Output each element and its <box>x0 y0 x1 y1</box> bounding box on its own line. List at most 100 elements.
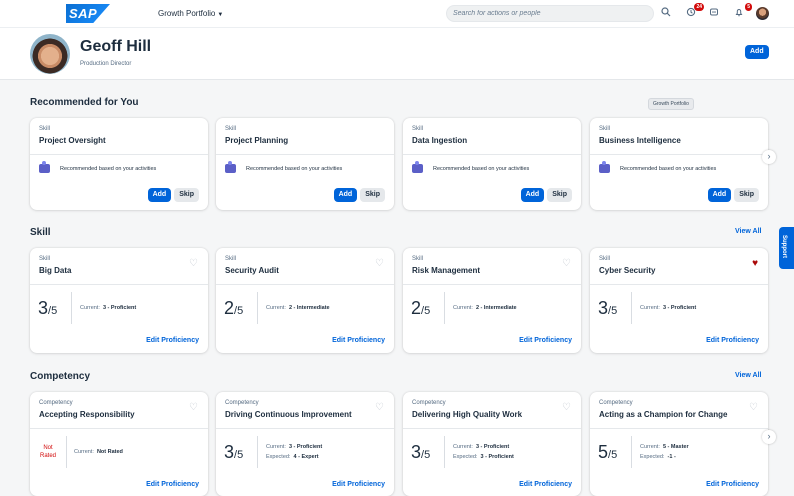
recommendation-card[interactable]: Skill Project Planning Recommended based… <box>216 118 394 210</box>
notifications-icon[interactable]: 24 <box>684 3 704 21</box>
competency-card[interactable]: Competency Driving Continuous Improvemen… <box>216 392 394 496</box>
skip-button[interactable]: Skip <box>360 188 385 202</box>
competency-section-title: Competency <box>30 371 91 382</box>
card-title: Driving Continuous Improvement <box>225 410 352 419</box>
edit-proficiency-link[interactable]: Edit Proficiency <box>332 481 385 488</box>
proficiency-score: 3/5 <box>224 442 244 462</box>
skip-button[interactable]: Skip <box>734 188 759 202</box>
heart-icon[interactable]: ♡ <box>562 258 571 269</box>
card-type: Competency <box>412 400 446 406</box>
skill-card[interactable]: Skill Security Audit ♡ 2/5 Current: 2 - … <box>216 248 394 353</box>
skill-section-title: Skill <box>30 227 51 238</box>
edit-proficiency-link[interactable]: Edit Proficiency <box>706 481 759 488</box>
skill-view-all-link[interactable]: View All <box>735 228 761 235</box>
bell-icon[interactable]: 5 <box>732 3 752 21</box>
edit-proficiency-link[interactable]: Edit Proficiency <box>332 337 385 344</box>
support-tab[interactable]: Support <box>779 227 794 269</box>
divider <box>444 436 445 468</box>
copilot-icon[interactable] <box>707 7 721 21</box>
heart-icon[interactable]: ♡ <box>189 258 198 269</box>
current-proficiency: Current: 3 - Proficient <box>453 444 510 450</box>
proficiency-score: 2/5 <box>224 298 244 318</box>
heart-icon[interactable]: ♡ <box>375 258 384 269</box>
search-input[interactable] <box>453 6 649 21</box>
chevron-down-icon: ▼ <box>217 12 224 18</box>
chevron-right-icon[interactable]: › <box>762 150 776 164</box>
search-icon[interactable] <box>659 7 673 21</box>
divider <box>216 428 394 429</box>
current-proficiency: Current: 5 - Master <box>640 444 689 450</box>
add-button[interactable]: Add <box>520 188 545 202</box>
recommended-section-title: Recommended for You <box>30 97 139 108</box>
divider <box>631 292 632 324</box>
heart-icon[interactable]: ♡ <box>562 402 571 413</box>
shell-bar: SAP Growth Portfolio▼ 24 5 <box>0 0 794 28</box>
sap-logo[interactable]: SAP <box>66 4 110 23</box>
teams-icon <box>225 161 236 173</box>
skill-card[interactable]: Skill Cyber Security ♥ 3/5 Current: 3 - … <box>590 248 768 353</box>
card-title: Project Planning <box>225 136 289 145</box>
heart-icon[interactable]: ♡ <box>375 402 384 413</box>
current-proficiency: Current: 3 - Proficient <box>80 305 137 311</box>
divider <box>590 154 768 155</box>
notifications-badge: 24 <box>694 3 704 11</box>
card-type: Skill <box>39 126 51 132</box>
expected-proficiency: Expected: 3 - Proficient <box>453 454 514 460</box>
profile-title: Production Director <box>80 61 132 67</box>
card-type: Skill <box>599 256 611 262</box>
heart-filled-icon[interactable]: ♥ <box>752 258 758 269</box>
divider <box>403 154 581 155</box>
skill-card[interactable]: Skill Risk Management ♡ 2/5 Current: 2 -… <box>403 248 581 353</box>
divider <box>257 436 258 468</box>
add-button[interactable]: Add <box>333 188 358 202</box>
competency-card[interactable]: Competency Acting as a Champion for Chan… <box>590 392 768 496</box>
card-title: Project Oversight <box>39 136 106 145</box>
profile-add-button[interactable]: Add <box>745 45 769 59</box>
profile-header: Geoff Hill Production Director Add <box>0 28 794 80</box>
support-label: Support <box>781 235 787 258</box>
divider <box>216 284 394 285</box>
competency-card[interactable]: Competency Delivering High Quality Work … <box>403 392 581 496</box>
divider <box>30 284 208 285</box>
add-button[interactable]: Add <box>707 188 732 202</box>
edit-proficiency-link[interactable]: Edit Proficiency <box>519 337 572 344</box>
edit-proficiency-link[interactable]: Edit Proficiency <box>519 481 572 488</box>
recommendation-card[interactable]: Skill Business Intelligence Recommended … <box>590 118 768 210</box>
edit-proficiency-link[interactable]: Edit Proficiency <box>146 481 199 488</box>
current-proficiency: Current: 3 - Proficient <box>640 305 697 311</box>
edit-proficiency-link[interactable]: Edit Proficiency <box>146 337 199 344</box>
add-button[interactable]: Add <box>147 188 172 202</box>
profile-avatar <box>30 34 70 74</box>
skip-button[interactable]: Skip <box>174 188 199 202</box>
chevron-right-icon[interactable]: › <box>762 430 776 444</box>
divider <box>257 292 258 324</box>
alerts-badge: 5 <box>745 3 752 11</box>
divider <box>71 292 72 324</box>
card-title: Big Data <box>39 266 72 275</box>
not-rated-label: Not Rated <box>39 445 56 459</box>
recommendation-card[interactable]: Skill Data Ingestion Recommended based o… <box>403 118 581 210</box>
divider <box>631 436 632 468</box>
competency-card[interactable]: Competency Accepting Responsibility ♡ No… <box>30 392 208 496</box>
recommendation-message: Recommended based on your activities <box>60 165 157 172</box>
heart-icon[interactable]: ♡ <box>749 402 758 413</box>
proficiency-score: 5/5 <box>598 442 618 462</box>
card-title: Security Audit <box>225 266 279 275</box>
competency-view-all-link[interactable]: View All <box>735 372 761 379</box>
card-title: Risk Management <box>412 266 481 275</box>
card-type: Skill <box>412 256 424 262</box>
skill-card[interactable]: Skill Big Data ♡ 3/5 Current: 3 - Profic… <box>30 248 208 353</box>
proficiency-score: 3/5 <box>598 298 618 318</box>
heart-icon[interactable]: ♡ <box>189 402 198 413</box>
user-avatar[interactable] <box>756 7 769 20</box>
divider <box>216 154 394 155</box>
skip-button[interactable]: Skip <box>547 188 572 202</box>
recommendation-message: Recommended based on your activities <box>246 165 343 172</box>
recommendation-card[interactable]: Skill Project Oversight Recommended base… <box>30 118 208 210</box>
tooltip: Growth Portfolio <box>648 98 694 110</box>
product-switcher[interactable]: Growth Portfolio ▼ <box>158 9 223 18</box>
product-name: Growth Portfolio <box>158 9 216 18</box>
edit-proficiency-link[interactable]: Edit Proficiency <box>706 337 759 344</box>
card-type: Skill <box>599 126 611 132</box>
search-field[interactable] <box>446 5 654 22</box>
